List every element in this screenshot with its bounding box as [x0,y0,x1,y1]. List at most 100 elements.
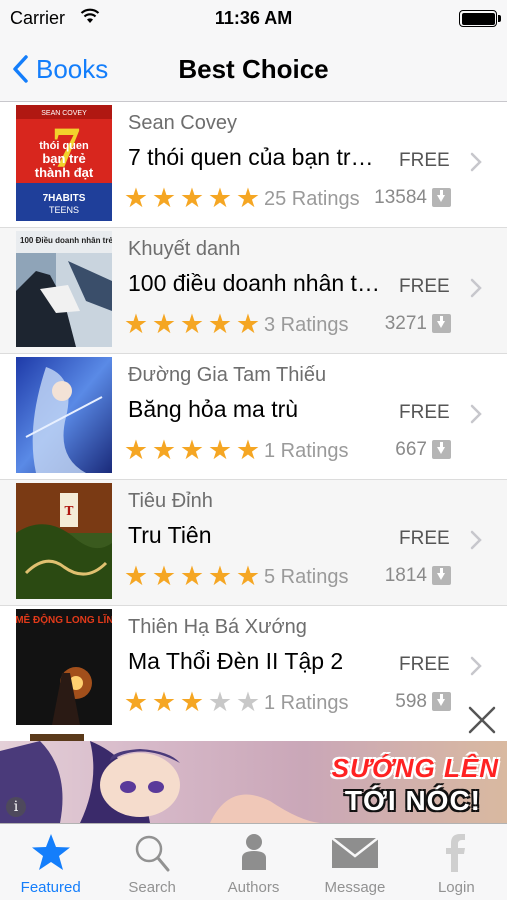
tab-message[interactable]: Message [304,824,405,900]
ad-headline: SƯỚNG LÊN [331,753,499,783]
star-filled-icon: ★ [235,309,261,339]
ad-subheadline: TỚI NÓC! [344,785,481,816]
tab-label: Login [437,879,475,896]
chevron-right-icon [470,530,482,550]
book-title: Băng hỏa ma trù [128,396,299,422]
svg-text:7HABITS: 7HABITS [43,193,86,204]
svg-text:bạn trẻ: bạn trẻ [42,151,85,166]
tab-login[interactable]: Login [406,824,507,900]
search-icon [135,835,170,872]
book-author: Khuyết danh [128,238,241,260]
book-list[interactable]: SEAN COVEY 7 thói quen bạn trẻ thành đạt… [0,102,507,740]
star-filled-icon: ★ [151,309,177,339]
star-empty-icon: ★ [207,687,233,717]
star-filled-icon: ★ [123,561,149,591]
star-filled-icon: ★ [179,561,205,591]
book-title: 100 điều doanh nhân trẻ cần biết [128,270,380,296]
star-icon [31,834,70,870]
chevron-right-icon [470,152,482,172]
star-filled-icon: ★ [179,687,205,717]
book-cover: SEAN COVEY 7 thói quen bạn trẻ thành đạt… [16,105,112,221]
book-author: Thiên Hạ Bá Xướng [128,616,307,638]
download-icon [432,692,451,711]
book-title: 7 thói quen của bạn trẻ thành đạt [128,144,380,170]
book-price: FREE [399,402,450,423]
download-icon [432,314,451,333]
close-ad-icon[interactable] [466,704,498,736]
download-icon [432,440,451,459]
ratings-count: 5 Ratings [264,566,349,588]
person-icon [241,834,266,870]
download-count: 598 [395,691,427,712]
svg-text:T: T [65,504,74,518]
envelope-icon [331,837,379,868]
tab-label: Authors [227,879,280,896]
ratings-count: 25 Ratings [264,188,360,210]
chevron-right-icon [470,656,482,676]
book-author: Sean Covey [128,112,237,134]
tab-label: Message [324,879,386,896]
navigation-bar: Books Best Choice [0,36,507,102]
book-price: FREE [399,654,450,675]
download-count: 13584 [374,187,427,208]
star-filled-icon: ★ [123,435,149,465]
star-filled-icon: ★ [207,435,233,465]
rating-stars: ★ ★ ★ ★ ★ [122,184,262,212]
star-filled-icon: ★ [235,183,261,213]
chevron-right-icon [470,278,482,298]
star-filled-icon: ★ [151,687,177,717]
star-filled-icon: ★ [123,687,149,717]
tab-authors[interactable]: Authors [203,824,304,900]
star-empty-icon: ★ [235,687,261,717]
book-row[interactable]: T Tiêu Đỉnh Tru Tiên FREE ★ ★ ★ ★ ★ 5 Rating… [0,480,507,606]
book-row[interactable]: SEAN COVEY 7 thói quen bạn trẻ thành đạt… [0,102,507,228]
star-filled-icon: ★ [151,435,177,465]
ratings-count: 3 Ratings [264,314,349,336]
facebook-icon [446,834,466,872]
book-cover [16,357,112,473]
book-cover: 100 Điều doanh nhân trẻ cần biết [16,231,112,347]
book-price: FREE [399,150,450,171]
download-icon [432,188,451,207]
tab-search[interactable]: Search [101,824,202,900]
status-time: 11:36 AM [214,8,293,28]
book-cover: T [16,483,112,599]
book-row[interactable]: Đường Gia Tam Thiếu Băng hỏa ma trù FREE… [0,354,507,480]
info-icon[interactable]: i [6,797,26,817]
battery-icon [459,10,501,27]
tab-bar: Featured Search Authors Message Login [0,823,507,900]
download-count: 3271 [384,313,427,334]
book-price: FREE [399,276,450,297]
book-title: Tru Tiên [128,522,212,548]
tab-label: Featured [20,879,81,896]
star-filled-icon: ★ [179,435,205,465]
book-author: Tiêu Đỉnh [128,490,213,512]
status-bar: Carrier 11:36 AM [0,0,507,36]
svg-text:thành đạt: thành đạt [35,165,94,180]
book-title: Ma Thổi Đèn II Tập 2 [128,648,344,674]
star-filled-icon: ★ [207,309,233,339]
rating-stars: ★ ★ ★ ★ ★ [122,310,262,338]
cover-top-text: 100 Điều doanh nhân trẻ cần biết [20,236,112,245]
star-filled-icon: ★ [207,183,233,213]
tab-featured[interactable]: Featured [0,824,101,900]
star-filled-icon: ★ [235,561,261,591]
tab-label: Search [128,879,176,896]
book-row[interactable]: 100 Điều doanh nhân trẻ cần biết Khuyết … [0,228,507,354]
cover-top-text: MÊ ĐỘNG LONG LĨNH [16,613,112,626]
star-filled-icon: ★ [179,183,205,213]
ratings-count: 1 Ratings [264,440,349,462]
ratings-count: 1 Ratings [264,692,349,714]
ad-banner[interactable]: SƯỚNG LÊN TỚI NÓC! i [0,741,507,823]
rating-stars: ★ ★ ★ ★ ★ [122,562,262,590]
book-row[interactable]: MÊ ĐỘNG LONG LĨNH Thiên Hạ Bá Xướng Ma T… [0,606,507,732]
rating-stars: ★ ★ ★ ★ ★ [122,436,262,464]
rating-stars: ★ ★ ★ ★ ★ [122,688,262,716]
download-count: 667 [395,439,427,460]
download-icon [432,566,451,585]
star-filled-icon: ★ [179,309,205,339]
star-filled-icon: ★ [151,183,177,213]
star-filled-icon: ★ [123,183,149,213]
star-filled-icon: ★ [235,435,261,465]
svg-text:TEENS: TEENS [49,205,79,215]
